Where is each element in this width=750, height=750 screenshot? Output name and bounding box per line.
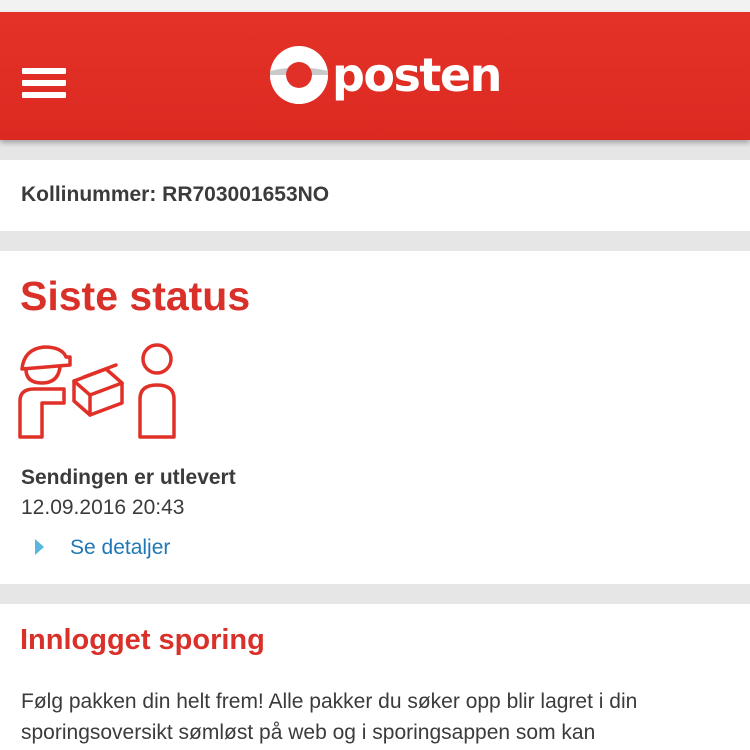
menu-bar bbox=[22, 68, 66, 74]
tracking-number-card: Kollinummer: RR703001653NO bbox=[0, 160, 750, 231]
hamburger-menu-icon[interactable] bbox=[20, 66, 68, 100]
tracking-number: Kollinummer: RR703001653NO bbox=[21, 183, 330, 206]
logged-in-tracking-card: Innlogget sporing Følg pakken din helt f… bbox=[0, 604, 750, 750]
chevron-right-icon bbox=[35, 539, 44, 555]
logged-in-tracking-text: Følg pakken din helt frem! Alle pakker d… bbox=[21, 690, 638, 744]
menu-bar bbox=[22, 80, 66, 86]
status-card: Siste status Sendingen er utlevert 12.09… bbox=[0, 251, 750, 584]
posten-logo[interactable]: posten bbox=[268, 42, 508, 112]
see-details-label: Se detaljer bbox=[70, 536, 171, 559]
status-datetime: 12.09.2016 20:43 bbox=[21, 496, 185, 519]
status-heading: Siste status bbox=[20, 273, 251, 319]
app-header: posten bbox=[0, 12, 750, 140]
package-delivered-icon bbox=[18, 343, 176, 439]
status-bar-strip bbox=[0, 0, 750, 12]
status-text: Sendingen er utlevert bbox=[21, 466, 236, 489]
logo-wordmark: posten bbox=[332, 48, 502, 102]
see-details-link[interactable]: Se detaljer bbox=[34, 536, 234, 562]
menu-bar bbox=[22, 92, 66, 98]
posten-logo-icon bbox=[270, 46, 328, 104]
logged-in-tracking-heading: Innlogget sporing bbox=[20, 624, 265, 656]
